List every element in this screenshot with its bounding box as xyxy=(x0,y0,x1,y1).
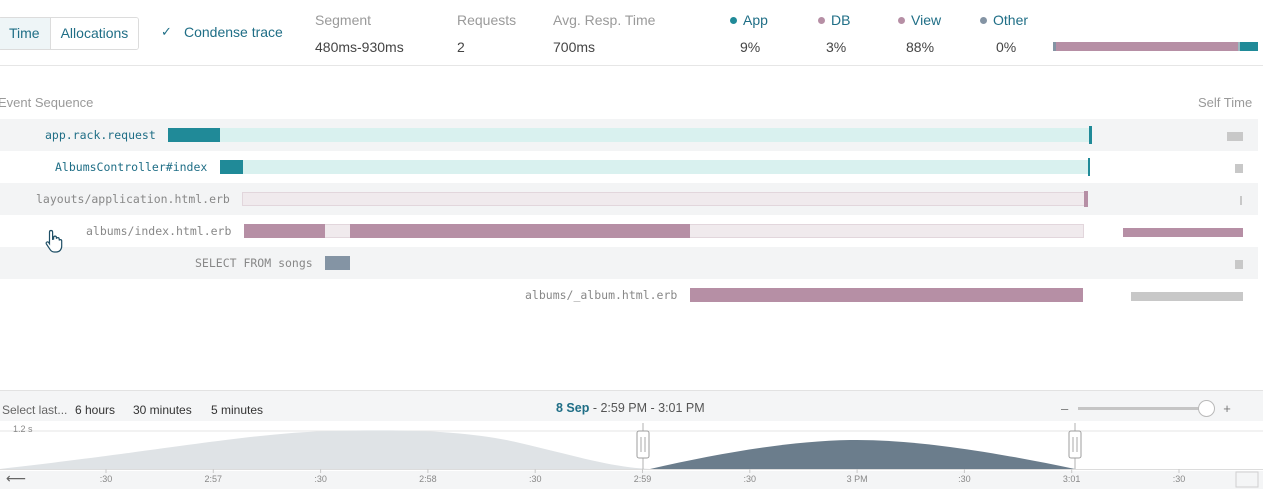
self-time-bar xyxy=(1235,260,1243,269)
trace-row[interactable]: AlbumsController#index xyxy=(0,151,1258,183)
axis-tick-label: 2:59 xyxy=(634,474,652,484)
axis-tick-label: :30 xyxy=(314,474,327,484)
avg-response-stat: Avg. Resp. Time 700ms xyxy=(553,12,655,55)
drag-handle-icon xyxy=(636,430,650,459)
axis-tick-label: 2:57 xyxy=(205,474,223,484)
self-time-segment xyxy=(220,160,243,174)
selected-range-title: 8 Sep - 2:59 PM - 3:01 PM xyxy=(556,401,705,415)
event-sequence-header: Event Sequence xyxy=(0,95,94,110)
timeline-chart[interactable]: 1.2 s :30 2:57 :30 2:58 :30 2:59 :30 3 PM :30 3:0… xyxy=(0,421,1263,489)
breakdown-mini-bar xyxy=(1053,42,1258,51)
avg-response-value: 700ms xyxy=(553,39,596,55)
self-time-segment xyxy=(690,288,1083,302)
condense-trace-label: Condense trace xyxy=(184,24,283,40)
axis-tick-label: 3:01 xyxy=(1063,474,1081,484)
other-value: 0% xyxy=(996,39,1017,55)
requests-stat: Requests 2 xyxy=(457,12,516,55)
event-name: layouts/application.html.erb xyxy=(36,192,230,206)
end-marker xyxy=(1084,191,1088,207)
drag-handle-icon xyxy=(1068,430,1082,459)
range-6-hours[interactable]: 6 hours xyxy=(75,403,115,417)
requests-label: Requests xyxy=(457,12,517,28)
db-value: 3% xyxy=(826,39,847,55)
forward-arrow-icon xyxy=(1235,471,1259,488)
axis-tick-label: :30 xyxy=(100,474,113,484)
self-time-bar xyxy=(1240,196,1242,205)
range-5-minutes[interactable]: 5 minutes xyxy=(211,403,263,417)
allocations-tab[interactable]: Allocations xyxy=(49,18,139,49)
axis-tick-label: 2:58 xyxy=(419,474,437,484)
self-time-bar xyxy=(1227,132,1243,141)
event-name: app.rack.request xyxy=(45,128,156,142)
segment-value: 480ms-930ms xyxy=(315,39,404,55)
child-time-span xyxy=(243,160,1090,174)
other-dot-icon xyxy=(980,17,987,24)
range-30-minutes[interactable]: 30 minutes xyxy=(133,403,192,417)
checkmark-icon: ✓ xyxy=(161,24,172,39)
app-dot-icon xyxy=(730,17,737,24)
self-time-segment xyxy=(168,128,220,142)
axis-tick-label: :30 xyxy=(1173,474,1186,484)
axis-tick-label: :30 xyxy=(744,474,757,484)
child-time-span xyxy=(220,128,1090,142)
axis-tick-label: :30 xyxy=(529,474,542,484)
db-breakdown: DB 3% xyxy=(818,12,850,55)
event-name: albums/_album.html.erb xyxy=(525,288,678,302)
axis-tick-label: 3 PM xyxy=(847,474,868,484)
hand-pointer-icon xyxy=(45,229,63,259)
trace-row[interactable]: albums/index.html.erb xyxy=(0,215,1258,247)
self-time-bar xyxy=(1131,292,1243,301)
end-marker xyxy=(1088,158,1090,176)
mini-bar-view xyxy=(1056,42,1238,51)
self-time-segment xyxy=(350,224,690,238)
db-dot-icon xyxy=(818,17,825,24)
app-value: 9% xyxy=(740,39,761,55)
end-marker xyxy=(1089,126,1092,144)
mini-bar-app xyxy=(1240,42,1258,51)
requests-value: 2 xyxy=(457,39,465,55)
zoom-in-button[interactable]: + xyxy=(1223,401,1231,416)
zoom-control: – + xyxy=(1061,400,1231,417)
time-range-picker: Select last... 6 hours 30 minutes 5 minu… xyxy=(0,390,1263,489)
view-value: 88% xyxy=(906,39,935,55)
zoom-out-button[interactable]: – xyxy=(1061,401,1068,416)
db-label: DB xyxy=(831,12,851,28)
trace-row[interactable]: albums/_album.html.erb xyxy=(0,279,1258,311)
axis-tick-label: :30 xyxy=(958,474,971,484)
self-time-segment xyxy=(244,224,325,238)
self-time-bar xyxy=(1123,228,1243,237)
select-last-label: Select last... xyxy=(2,403,68,417)
summary-bar: Time Allocations ✓ Condense trace Segmen… xyxy=(0,0,1263,66)
event-name: SELECT FROM songs xyxy=(195,256,313,270)
trace-row[interactable]: app.rack.request xyxy=(0,119,1258,151)
db-query-segment xyxy=(325,256,350,270)
time-tab[interactable]: Time xyxy=(0,18,50,49)
segment-label: Segment xyxy=(315,12,372,28)
view-mode-toggle: Time Allocations xyxy=(0,17,140,50)
timeline-y-max-label: 1.2 s xyxy=(13,424,33,434)
event-name: AlbumsController#index xyxy=(55,160,208,174)
avg-response-label: Avg. Resp. Time xyxy=(553,12,656,28)
view-dot-icon xyxy=(898,17,905,24)
app-breakdown: App 9% xyxy=(730,12,768,55)
trace-row[interactable]: SELECT FROM songs xyxy=(0,247,1258,279)
app-label: App xyxy=(743,12,768,28)
segment-stat: Segment 480ms-930ms xyxy=(315,12,404,55)
zoom-slider[interactable] xyxy=(1078,400,1216,417)
view-label: View xyxy=(911,12,942,28)
child-time-span xyxy=(242,192,1086,206)
self-time-header: Self Time xyxy=(1198,95,1253,110)
trace-row[interactable]: layouts/application.html.erb xyxy=(0,183,1258,215)
selected-date: 8 Sep xyxy=(556,401,590,415)
condense-trace-checkbox[interactable]: ✓ Condense trace xyxy=(161,24,283,40)
back-arrow-icon: ⟵ xyxy=(6,470,26,486)
self-time-bar xyxy=(1235,164,1243,173)
timeline-axis-ticks: :30 2:57 :30 2:58 :30 2:59 :30 3 PM :30 3:01 :30 xyxy=(100,469,1186,484)
view-breakdown: View 88% xyxy=(898,12,941,55)
other-label: Other xyxy=(993,12,1029,28)
zoom-slider-handle[interactable] xyxy=(1198,400,1216,417)
selected-time-range: - 2:59 PM - 3:01 PM xyxy=(589,401,705,415)
other-breakdown: Other 0% xyxy=(980,12,1028,55)
event-name: albums/index.html.erb xyxy=(86,224,232,238)
